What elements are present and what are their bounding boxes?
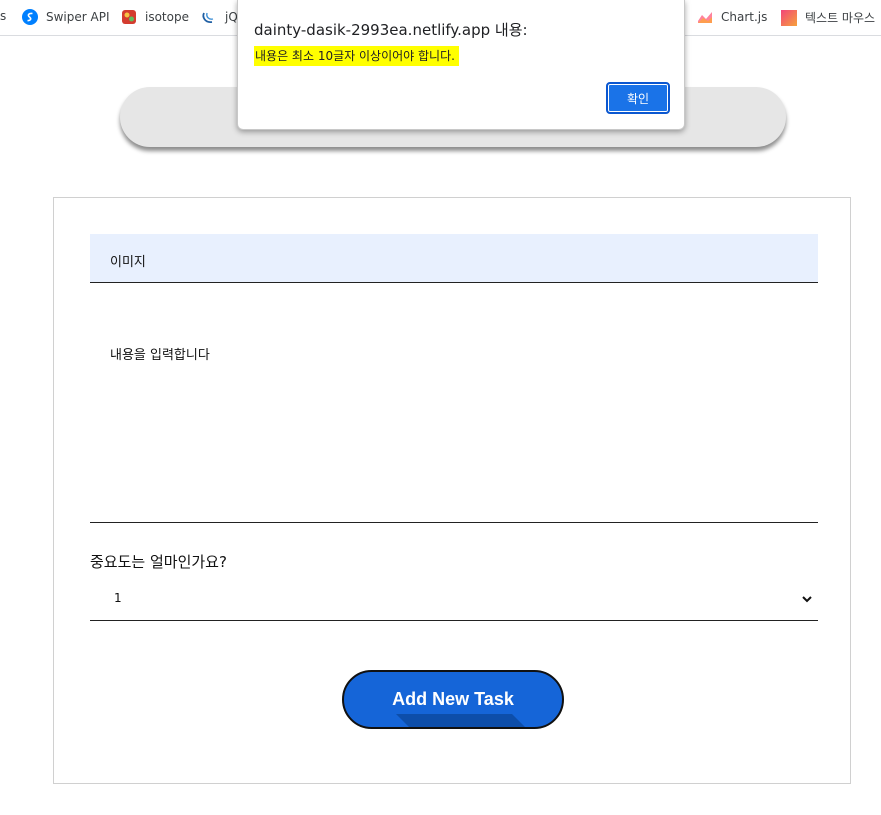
task-form: 이미지 내용을 입력합니다 중요도는 얼마인가요? 1 Add New Task (53, 197, 851, 784)
priority-selected-value: 1 (114, 591, 122, 605)
image-input[interactable]: 이미지 (90, 234, 818, 283)
bookmark-truncated[interactable]: s (0, 9, 6, 23)
chevron-down-icon (802, 596, 812, 603)
content-textarea[interactable]: 내용을 입력합니다 (90, 284, 818, 523)
add-new-task-label: Add New Task (392, 689, 514, 709)
confirm-button[interactable]: 확인 (606, 82, 670, 114)
bookmark-label: isotope (145, 10, 189, 24)
swiper-icon (22, 9, 38, 25)
priority-question: 중요도는 얼마인가요? (90, 553, 227, 571)
bookmark-label: Swiper API (46, 10, 110, 24)
dialog-message: 내용은 최소 10글자 이상이어야 합니다. (254, 46, 459, 66)
isotope-icon (122, 10, 136, 24)
bookmark-swiper-api[interactable]: Swiper API (22, 9, 110, 25)
image-input-label: 이미지 (110, 255, 146, 270)
dialog-title: dainty-dasik-2993ea.netlify.app 내용: (254, 21, 528, 39)
priority-select[interactable]: 1 (90, 580, 818, 621)
bookmark-text-mouse[interactable]: 텍스트 마우스 (781, 9, 875, 26)
bookmark-isotope[interactable]: isotope (121, 9, 189, 25)
bookmark-label: Chart.js (721, 10, 768, 24)
bookmark-label: jQ (225, 10, 238, 24)
jquery-icon (202, 12, 214, 23)
bookmark-chartjs[interactable]: Chart.js (697, 9, 767, 25)
add-new-task-button[interactable]: Add New Task (342, 670, 564, 729)
chartjs-icon (698, 12, 712, 23)
bookmark-label: 텍스트 마우스 (805, 11, 876, 25)
content-placeholder: 내용을 입력합니다 (110, 348, 210, 363)
bookmark-page-icon (781, 9, 797, 26)
bookmark-jquery[interactable]: jQ (201, 9, 238, 25)
alert-dialog: dainty-dasik-2993ea.netlify.app 내용: 내용은 … (237, 0, 685, 130)
